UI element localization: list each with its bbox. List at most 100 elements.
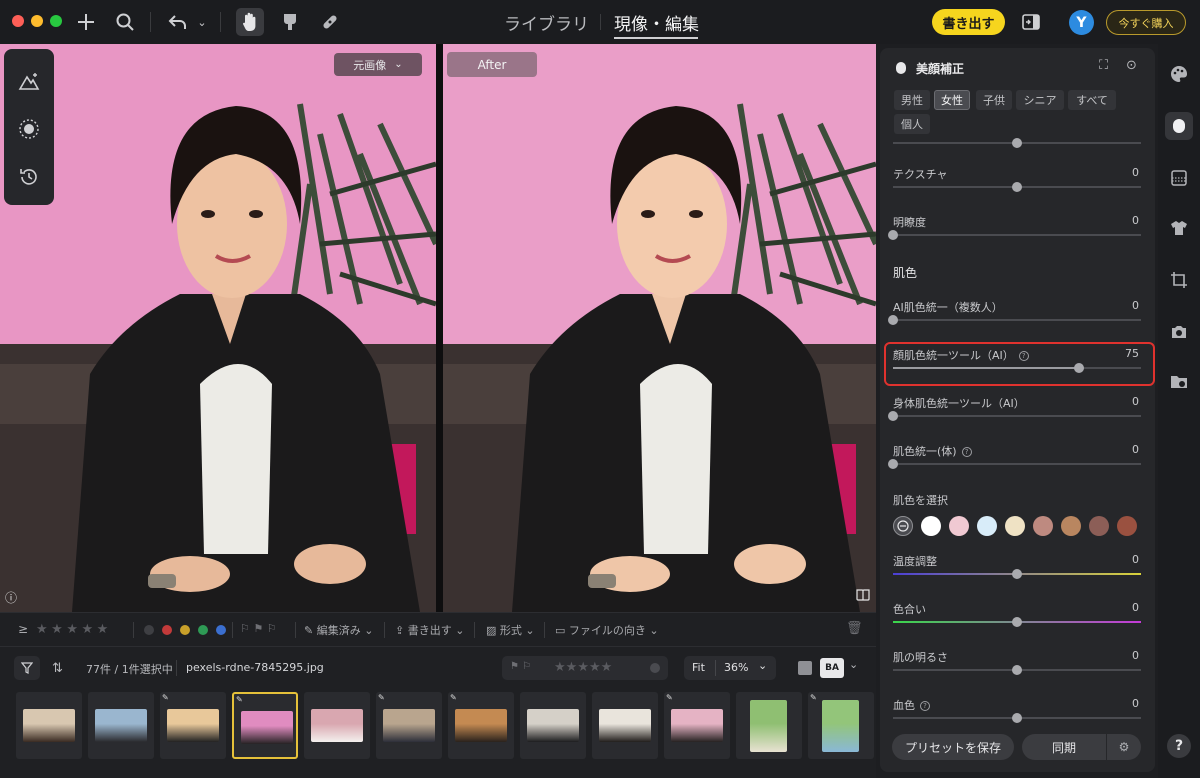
zoom-control[interactable]: Fit 36% ⌄ — [684, 656, 776, 680]
color-label-yellow[interactable] — [180, 625, 190, 635]
buy-now-button[interactable]: 今すぐ購入 — [1106, 10, 1186, 35]
quick-rating-group[interactable]: ⚑ ⚐ ★★★★★ — [502, 656, 668, 680]
slider-track[interactable] — [893, 665, 1141, 675]
avatar[interactable]: Y — [1069, 10, 1094, 35]
quick-rating-stars[interactable]: ★★★★★ — [554, 660, 612, 675]
skin-color-swatch[interactable] — [1033, 516, 1053, 536]
history-icon[interactable] — [17, 165, 41, 189]
sync-settings-icon[interactable]: ⚙ — [1107, 734, 1141, 760]
export-folder-icon[interactable] — [1167, 370, 1191, 394]
quick-color-label[interactable] — [650, 663, 660, 673]
thumbnail-item[interactable] — [592, 692, 658, 759]
thumbnail-item[interactable]: ✎ — [448, 692, 514, 759]
slider-track[interactable] — [893, 182, 1141, 192]
compare-view-button[interactable]: BA — [820, 658, 844, 678]
slider-knob[interactable] — [1012, 569, 1022, 579]
slider-track[interactable] — [888, 230, 1141, 240]
window-close-button[interactable] — [12, 15, 24, 27]
format-filter[interactable]: ▨ 形式 ⌄ — [486, 622, 535, 638]
filter-toggle-button[interactable] — [14, 656, 40, 680]
book-view-icon[interactable] — [856, 589, 870, 604]
chip-individual[interactable]: 個人 — [894, 114, 930, 134]
thumbnail-item[interactable]: ✎ — [376, 692, 442, 759]
orientation-filter[interactable]: ▭ ファイルの向き ⌄ — [555, 622, 659, 638]
help-icon[interactable]: ? — [1018, 351, 1029, 361]
background-icon[interactable] — [1167, 166, 1191, 190]
thumbnail-item[interactable] — [88, 692, 154, 759]
crop-icon[interactable] — [1167, 268, 1191, 292]
camera-icon[interactable] — [1167, 320, 1191, 344]
face-retouch-icon[interactable] — [1165, 112, 1193, 140]
window-minimize-button[interactable] — [31, 15, 43, 27]
top-slider-track[interactable] — [893, 138, 1141, 148]
photo-viewer[interactable]: 元画像 ⌄ After ⓘ — [0, 44, 876, 612]
tab-develop-edit[interactable]: 現像・編集 — [614, 10, 699, 35]
fit-button[interactable]: Fit — [692, 661, 705, 674]
slider-knob[interactable] — [888, 459, 898, 469]
palette-icon[interactable] — [1167, 62, 1191, 86]
toggle-icon[interactable]: ⊙ — [1126, 58, 1137, 73]
skin-color-swatch[interactable] — [949, 516, 969, 536]
slider-knob[interactable] — [1012, 713, 1022, 723]
thumbnail-item[interactable] — [520, 692, 586, 759]
skin-color-swatch[interactable] — [921, 516, 941, 536]
thumbnail-item[interactable]: ✎ — [664, 692, 730, 759]
color-label-blue[interactable] — [216, 625, 226, 635]
chevron-down-icon[interactable]: ⌄ — [849, 658, 858, 671]
radial-blur-icon[interactable] — [17, 117, 41, 141]
face-detect-icon[interactable]: ⛶ — [1099, 58, 1108, 73]
sync-button[interactable]: 同期 — [1022, 734, 1106, 760]
remove-color-icon[interactable] — [893, 516, 913, 536]
thumbnail-item[interactable]: ✎ — [160, 692, 226, 759]
before-label-dropdown[interactable]: 元画像 ⌄ — [334, 53, 422, 76]
chip-senior[interactable]: シニア — [1016, 90, 1064, 110]
thumbnail-item[interactable] — [16, 692, 82, 759]
slider-knob[interactable] — [888, 230, 898, 240]
compare-divider[interactable] — [436, 44, 443, 612]
search-icon[interactable] — [113, 10, 137, 34]
thumbnail-item[interactable] — [736, 692, 802, 759]
slider-knob[interactable] — [1074, 363, 1084, 373]
bandage-icon[interactable] — [318, 10, 342, 34]
chip-male[interactable]: 男性 — [894, 90, 930, 110]
slider-track[interactable] — [893, 617, 1141, 627]
color-label-red[interactable] — [162, 625, 172, 635]
rating-filter[interactable]: ★ ★ ★ ★ ★ — [36, 622, 108, 637]
edited-filter[interactable]: ✎ 編集済み ⌄ — [304, 622, 373, 638]
slider-track[interactable] — [888, 315, 1141, 325]
flag-filter-icons[interactable]: ⚐ ⚑ ⚐ — [240, 622, 277, 635]
help-icon[interactable]: ? — [920, 701, 930, 711]
trash-icon[interactable]: 🗑 — [846, 621, 863, 636]
window-zoom-button[interactable] — [50, 15, 62, 27]
color-label-green[interactable] — [198, 625, 208, 635]
slider-knob[interactable] — [1012, 182, 1022, 192]
export-button[interactable]: 書き出す — [932, 9, 1005, 35]
greater-equal-icon[interactable]: ≥ — [18, 622, 28, 636]
zoom-value[interactable]: 36% — [724, 661, 748, 674]
skin-color-swatch[interactable] — [1117, 516, 1137, 536]
skin-color-swatch[interactable] — [1089, 516, 1109, 536]
thumbnail-item[interactable]: ✎ — [232, 692, 298, 759]
sort-icon[interactable]: ⇅ — [52, 661, 63, 676]
chip-all[interactable]: すべて — [1068, 90, 1116, 110]
slider-knob[interactable] — [888, 315, 898, 325]
hand-tool-icon[interactable] — [236, 8, 264, 36]
color-label-none[interactable] — [144, 625, 154, 635]
slider-knob[interactable] — [1012, 138, 1022, 148]
flag-icons[interactable]: ⚑ ⚐ — [510, 661, 531, 672]
slider-knob[interactable] — [1012, 665, 1022, 675]
help-icon[interactable]: ? — [961, 447, 972, 457]
add-icon[interactable] — [74, 10, 98, 34]
single-view-icon[interactable] — [798, 661, 812, 675]
clothing-icon[interactable] — [1167, 216, 1191, 240]
thumbnail-strip[interactable]: ✎ ✎ ✎ ✎ ✎ ✎ — [16, 690, 874, 764]
slider-track[interactable] — [888, 459, 1141, 469]
panel-toggle-icon[interactable] — [1019, 10, 1043, 34]
help-button[interactable]: ? — [1167, 734, 1191, 758]
thumbnail-item[interactable]: ✎ — [808, 692, 874, 759]
slider-track[interactable] — [893, 713, 1141, 723]
export-filter[interactable]: ⇪ 書き出す ⌄ — [395, 622, 464, 638]
slider-track[interactable] — [893, 363, 1141, 373]
skin-color-swatch[interactable] — [1005, 516, 1025, 536]
chip-child[interactable]: 子供 — [976, 90, 1012, 110]
